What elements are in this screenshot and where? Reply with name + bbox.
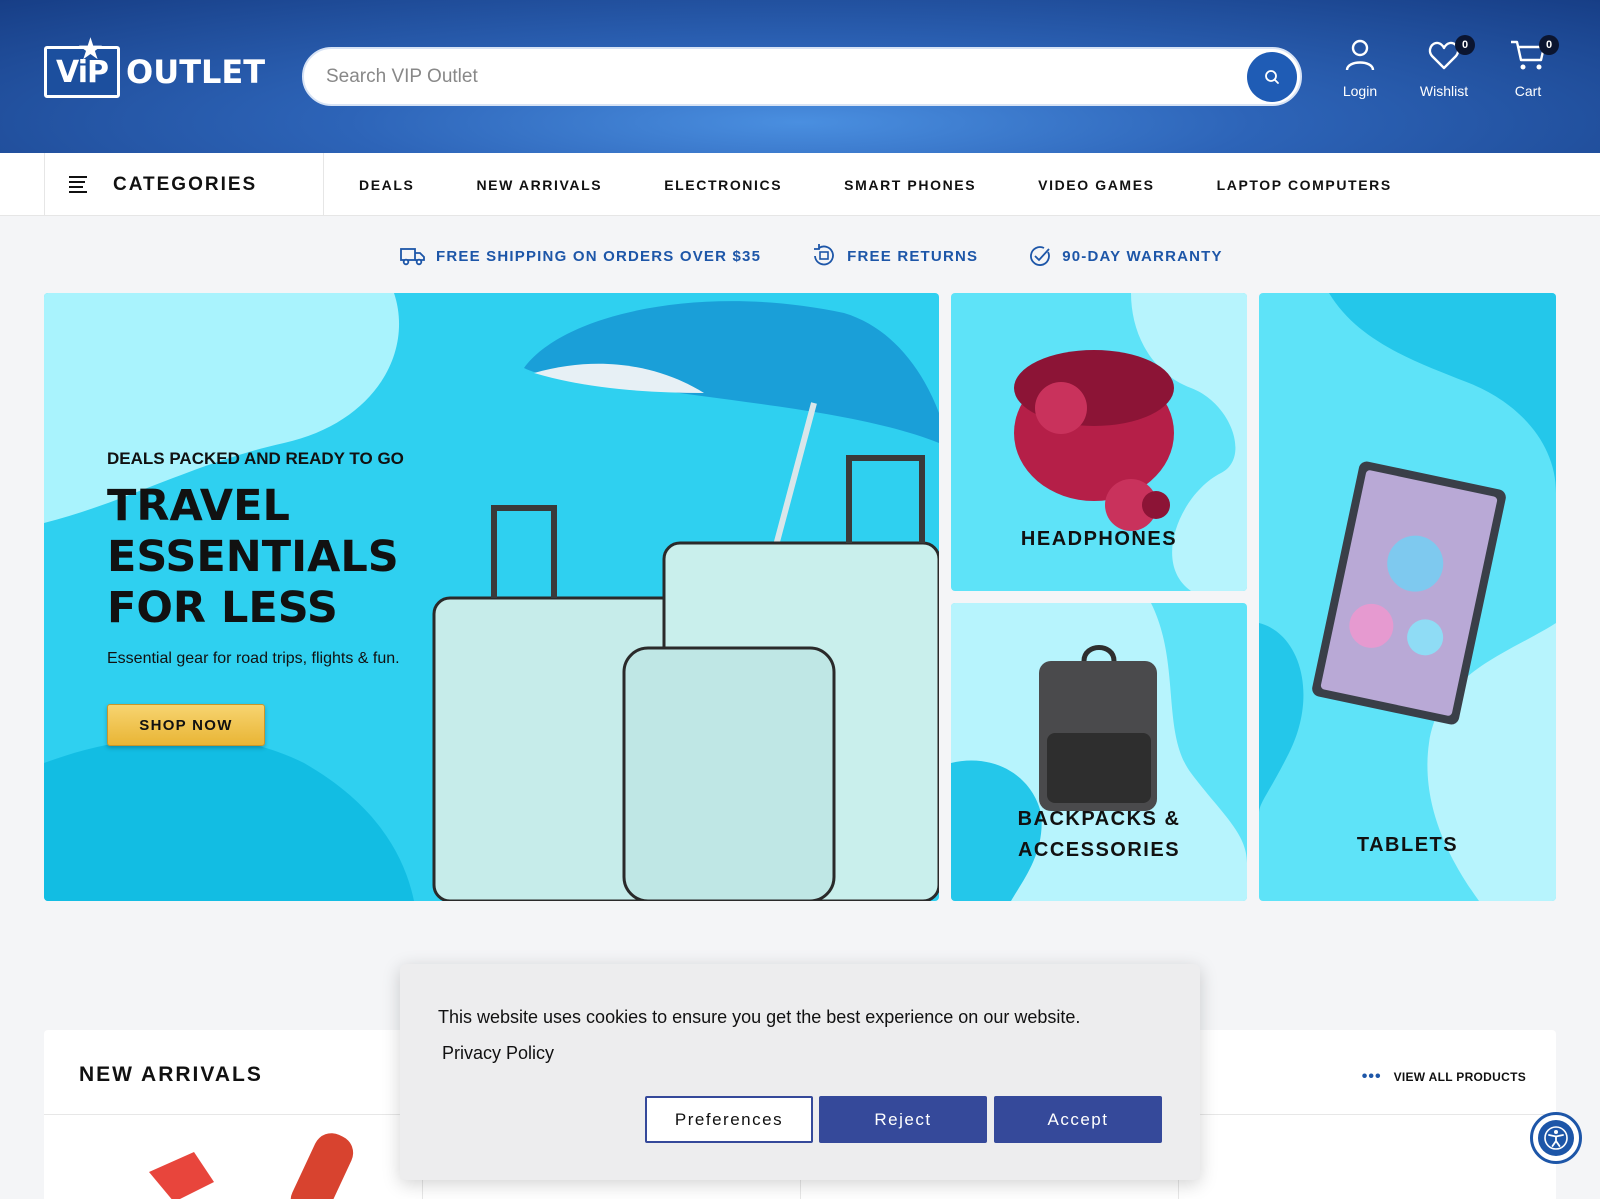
nav-link-electronics[interactable]: ELECTRONICS [664,177,782,193]
view-all-label: VIEW ALL PRODUCTS [1393,1070,1526,1084]
nav-link-new-arrivals[interactable]: NEW ARRIVALS [476,177,602,193]
tile-label: HEADPHONES [1020,528,1178,550]
product-thumbnail[interactable] [104,1122,384,1199]
login-link[interactable]: Login [1325,38,1395,99]
cookie-preferences-button[interactable]: Preferences [645,1096,813,1143]
search-button[interactable] [1247,52,1297,102]
categories-menu-button[interactable]: CATEGORIES [44,153,324,216]
hero-title: TRAVEL ESSENTIALS FOR LESS [107,481,399,633]
accessibility-icon [1538,1120,1574,1156]
returns-icon [814,244,835,266]
more-dots-icon: ••• [1361,1068,1382,1085]
category-tile-backpacks[interactable]: BACKPACKS & ACCESSORIES [951,603,1247,901]
cookie-message: This website uses cookies to ensure you … [438,1007,1081,1027]
privacy-policy-link[interactable]: Privacy Policy [442,1043,554,1064]
cookie-accept-button[interactable]: Accept [994,1096,1162,1143]
main-nav: CATEGORIES DEALS NEW ARRIVALS ELECTRONIC… [0,153,1600,216]
tile-label: BACKPACKS & ACCESSORIES [1017,808,1181,861]
truck-icon [400,248,425,266]
section-title: NEW ARRIVALS [79,1063,263,1086]
logo-badge: ★ ViP [44,35,120,98]
nav-link-laptop-computers[interactable]: LAPTOP COMPUTERS [1217,177,1392,193]
wishlist-link[interactable]: 0 Wishlist [1409,35,1479,99]
wishlist-count-badge: 0 [1455,35,1475,55]
cart-link[interactable]: 0 Cart [1493,35,1563,99]
view-all-products-link[interactable]: ••• VIEW ALL PRODUCTS [1362,1068,1526,1086]
perk-label: FREE RETURNS [847,247,979,265]
site-header: ★ ViP OUTLET Login 0 Wishlist [0,0,1600,153]
check-circle-icon [1030,246,1051,266]
user-icon [1345,39,1375,71]
perk-warranty: 90-DAY WARRANTY [1028,244,1223,268]
logo-text: OUTLET [126,53,266,91]
cart-count-badge: 0 [1539,35,1559,55]
search-bar [302,47,1302,106]
nav-link-smart-phones[interactable]: SMART PHONES [844,177,976,193]
perk-free-returns: FREE RETURNS [811,243,978,269]
cookie-banner: This website uses cookies to ensure you … [400,964,1200,1180]
vip-outlet-logo[interactable]: ★ ViP OUTLET [44,35,266,98]
category-tile-tablets[interactable]: TABLETS [1259,293,1556,901]
perks-bar: FREE SHIPPING ON ORDERS OVER $35 FREE RE… [400,243,1273,269]
nav-links: DEALS NEW ARRIVALS ELECTRONICS SMART PHO… [359,153,1454,216]
wishlist-label: Wishlist [1419,83,1469,99]
cart-label: Cart [1514,83,1542,99]
star-icon: ★ [77,32,104,67]
perk-label: 90-DAY WARRANTY [1062,247,1223,265]
shop-now-button[interactable]: SHOP NOW [107,704,265,746]
accessibility-button[interactable] [1530,1112,1582,1164]
login-label: Login [1342,83,1378,99]
hero-banner[interactable]: DEALS PACKED AND READY TO GO TRAVEL ESSE… [44,293,939,901]
categories-label: CATEGORIES [113,173,258,195]
category-tile-headphones[interactable]: HEADPHONES [951,293,1247,591]
tablet-image [1259,293,1556,901]
nav-link-video-games[interactable]: VIDEO GAMES [1038,177,1154,193]
cookie-reject-button[interactable]: Reject [819,1096,987,1143]
search-icon [1265,70,1279,84]
menu-icon [69,173,87,196]
hero-kicker: DEALS PACKED AND READY TO GO [107,449,404,468]
perk-free-shipping: FREE SHIPPING ON ORDERS OVER $35 [400,246,761,266]
search-input[interactable] [326,63,1206,91]
tile-label: TABLETS [1356,834,1459,856]
hero-subtitle: Essential gear for road trips, flights &… [107,650,400,667]
nav-link-deals[interactable]: DEALS [359,177,414,193]
perk-label: FREE SHIPPING ON ORDERS OVER $35 [436,247,762,265]
